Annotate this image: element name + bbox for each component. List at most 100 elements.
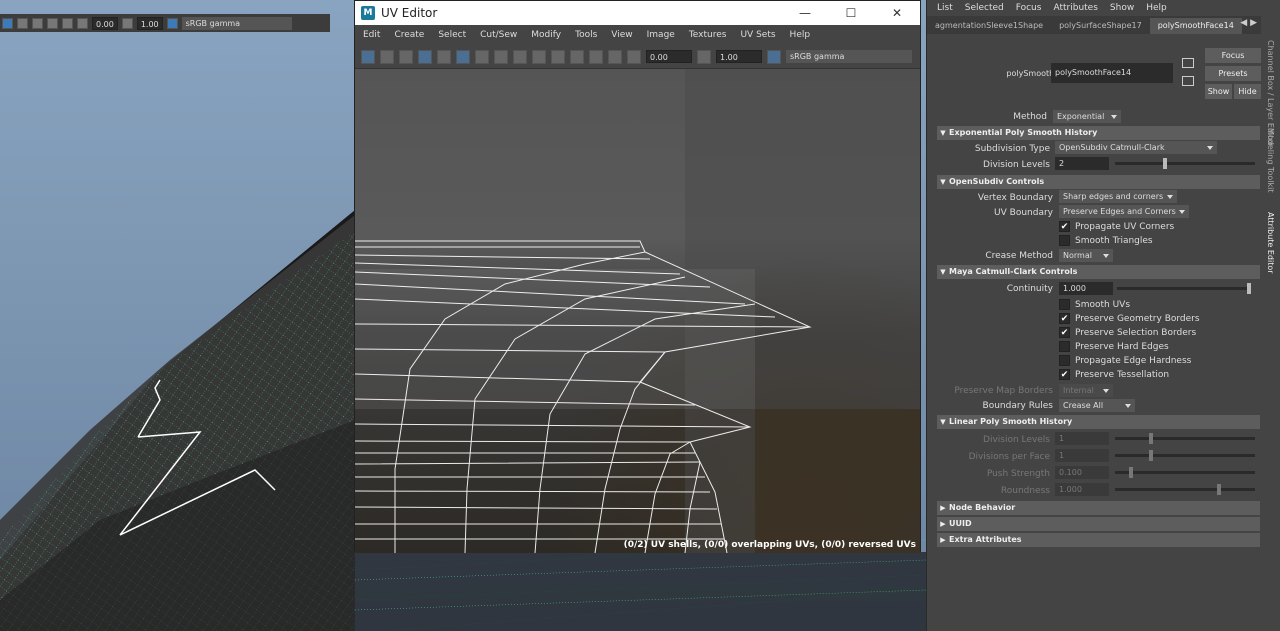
- uv-shaded-icon[interactable]: [418, 49, 432, 64]
- menu-modify[interactable]: Modify: [531, 30, 561, 40]
- tab-shape[interactable]: agmentationSleeve1Shape: [927, 18, 1052, 34]
- menu-uv-sets[interactable]: UV Sets: [740, 30, 775, 40]
- tab-scroll-arrows-icon[interactable]: ◀ ▶: [1240, 18, 1257, 28]
- hide-button[interactable]: Hide: [1234, 84, 1261, 99]
- menu-show[interactable]: Show: [1110, 3, 1134, 13]
- show-button[interactable]: Show: [1205, 84, 1232, 99]
- uv-exposure-field[interactable]: 0.00: [646, 50, 692, 63]
- expand-triangle-icon: ▼: [940, 268, 946, 276]
- menu-edit[interactable]: Edit: [363, 30, 380, 40]
- uv-grid-icon[interactable]: [361, 49, 375, 64]
- toggle-icon[interactable]: [513, 49, 527, 64]
- smooth-uvs-checkbox[interactable]: [1059, 299, 1070, 310]
- continuity-field[interactable]: 1.000: [1059, 282, 1113, 295]
- preserve-tessellation-checkbox[interactable]: ✔: [1059, 369, 1070, 380]
- subdivision-type-combo[interactable]: OpenSubdiv Catmull-Clark: [1055, 141, 1217, 154]
- checker-pattern-icon[interactable]: [532, 49, 546, 64]
- vertex-boundary-combo[interactable]: Sharp edges and corners: [1059, 190, 1177, 203]
- section-node-behavior[interactable]: ▶ Node Behavior: [937, 501, 1260, 515]
- node-tabs: agmentationSleeve1Shape polySurfaceShape…: [927, 16, 1261, 34]
- menu-view[interactable]: View: [611, 30, 632, 40]
- maximize-button[interactable]: ☐: [828, 6, 874, 20]
- preserve-hard-edges-checkbox[interactable]: [1059, 341, 1070, 352]
- uv-boundary-label: UV Boundary: [994, 208, 1053, 218]
- expand-triangle-icon: ▼: [940, 178, 946, 186]
- exposure-icon[interactable]: [627, 49, 641, 64]
- uv-borders-icon[interactable]: [475, 49, 489, 64]
- uv-stats2-icon[interactable]: [399, 49, 413, 64]
- focus-button[interactable]: Focus: [1205, 48, 1261, 63]
- expand-triangle-icon: ▼: [940, 418, 946, 426]
- division-levels-slider[interactable]: [1115, 158, 1255, 169]
- division-levels-label: Division Levels: [983, 160, 1050, 170]
- section-opensubdiv[interactable]: ▼ OpenSubdiv Controls: [937, 175, 1260, 189]
- section-exponential[interactable]: ▼ Exponential Poly Smooth History: [937, 126, 1260, 140]
- close-button[interactable]: ✕: [874, 6, 920, 20]
- continuity-label: Continuity: [1006, 284, 1053, 294]
- menu-list[interactable]: List: [937, 3, 953, 13]
- menu-focus[interactable]: Focus: [1016, 3, 1042, 13]
- preserve-hard-edges-label: Preserve Hard Edges: [1075, 342, 1169, 352]
- uv-status-text: (0/2) UV shells, (0/0) overlapping UVs, …: [623, 540, 916, 550]
- side-tab-modeling-toolkit[interactable]: Modeling Toolkit: [1266, 128, 1275, 192]
- gamma-icon[interactable]: [697, 49, 711, 64]
- section-maya-catmull-clark[interactable]: ▼ Maya Catmull-Clark Controls: [937, 265, 1260, 279]
- uv-boundary-combo[interactable]: Preserve Edges and Corners: [1059, 205, 1189, 218]
- menu-cut-sew[interactable]: Cut/Sew: [480, 30, 517, 40]
- menu-selected[interactable]: Selected: [965, 3, 1004, 13]
- menu-help[interactable]: Help: [1146, 3, 1167, 13]
- camera-icon[interactable]: [494, 49, 508, 64]
- menu-tools[interactable]: Tools: [575, 30, 597, 40]
- section-linear[interactable]: ▼ Linear Poly Smooth History: [937, 415, 1260, 429]
- menu-textures[interactable]: Textures: [689, 30, 727, 40]
- uv-gamma-field[interactable]: 1.00: [716, 50, 762, 63]
- lin-division-levels-label: Division Levels: [983, 435, 1050, 445]
- section-uuid[interactable]: ▶ UUID: [937, 517, 1260, 531]
- division-levels-field[interactable]: 2: [1055, 157, 1109, 170]
- minimize-button[interactable]: —: [782, 6, 828, 20]
- boundary-rules-combo[interactable]: Crease All: [1059, 399, 1135, 412]
- image-icon[interactable]: [551, 49, 565, 64]
- propagate-uv-corners-checkbox[interactable]: ✔: [1059, 221, 1070, 232]
- close-box-icon[interactable]: [589, 49, 603, 64]
- push-strength-field: 0.100: [1055, 466, 1109, 479]
- crease-method-combo[interactable]: Normal: [1059, 249, 1113, 262]
- section-extra-attributes[interactable]: ▶ Extra Attributes: [937, 533, 1260, 547]
- refresh-icon[interactable]: [570, 49, 584, 64]
- menu-help[interactable]: Help: [790, 30, 811, 40]
- uv-canvas[interactable]: (0/2) UV shells, (0/0) overlapping UVs, …: [355, 69, 920, 553]
- propagate-edge-hardness-checkbox[interactable]: [1059, 355, 1070, 366]
- load-node-icon[interactable]: [1182, 58, 1194, 68]
- preserve-selection-borders-checkbox[interactable]: ✔: [1059, 327, 1070, 338]
- continuity-slider[interactable]: [1117, 283, 1251, 294]
- uv-editor-titlebar[interactable]: M UV Editor — ☐ ✕: [355, 1, 920, 25]
- slider-knob: [1149, 450, 1153, 461]
- divisions-per-face-field: 1: [1055, 449, 1109, 462]
- slider-knob[interactable]: [1163, 158, 1167, 169]
- preserve-geometry-borders-checkbox[interactable]: ✔: [1059, 313, 1070, 324]
- lin-division-levels-slider: [1115, 433, 1255, 444]
- color-management-icon[interactable]: [767, 49, 781, 64]
- menu-select[interactable]: Select: [438, 30, 466, 40]
- method-combo[interactable]: Exponential: [1053, 110, 1121, 123]
- copy-tab-icon[interactable]: [1182, 76, 1194, 86]
- uv-checker-icon[interactable]: [456, 49, 470, 64]
- propagate-uv-corners-label: Propagate UV Corners: [1075, 222, 1175, 232]
- rgb-icon[interactable]: [608, 49, 622, 64]
- slider-knob[interactable]: [1247, 283, 1251, 294]
- menu-image[interactable]: Image: [647, 30, 675, 40]
- section-linear-title: Linear Poly Smooth History: [949, 417, 1073, 426]
- uv-colorspace-dropdown[interactable]: sRGB gamma: [786, 50, 912, 63]
- uv-stats-icon[interactable]: [380, 49, 394, 64]
- presets-button[interactable]: Presets: [1205, 66, 1261, 81]
- tab-poly-smooth-face[interactable]: polySmoothFace14: [1149, 18, 1242, 34]
- menu-attributes[interactable]: Attributes: [1053, 3, 1097, 13]
- tab-poly-surface-shape[interactable]: polySurfaceShape17: [1051, 18, 1150, 34]
- section-uuid-title: UUID: [949, 519, 972, 528]
- uv-distortion-icon[interactable]: [437, 49, 451, 64]
- preserve-tessellation-label: Preserve Tessellation: [1075, 370, 1170, 380]
- side-tab-attribute-editor[interactable]: Attribute Editor: [1266, 212, 1275, 274]
- smooth-triangles-checkbox[interactable]: [1059, 235, 1070, 246]
- node-name-field[interactable]: polySmoothFace14: [1051, 63, 1173, 83]
- menu-create[interactable]: Create: [394, 30, 424, 40]
